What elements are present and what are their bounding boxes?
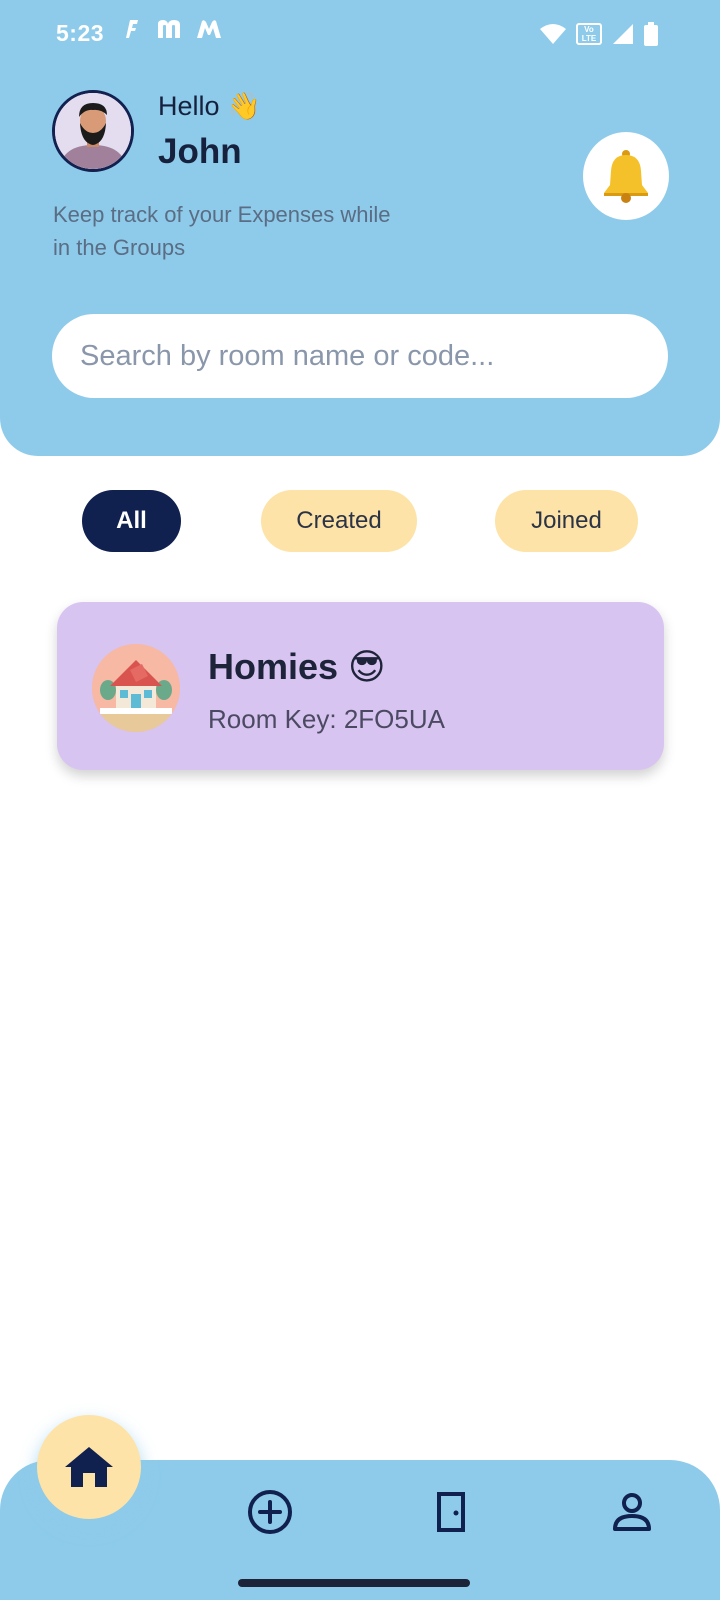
battery-icon <box>644 22 658 46</box>
filter-all-chip[interactable]: All <box>82 490 181 552</box>
user-name: John <box>158 132 242 171</box>
home-screen: 5:23 Vo LTE Hello 👋 John Keep track of y… <box>0 0 720 1600</box>
avatar-illustration <box>55 93 131 169</box>
nav-add-button[interactable] <box>246 1488 294 1536</box>
profile-icon <box>613 1493 651 1531</box>
home-icon <box>65 1447 113 1487</box>
search-input[interactable] <box>52 314 668 398</box>
notifications-button[interactable] <box>583 132 669 220</box>
house-illustration <box>92 644 180 732</box>
room-image <box>92 644 180 732</box>
nav-home-button[interactable] <box>37 1415 141 1519</box>
hello-text: Hello 👋 <box>158 91 261 121</box>
wifi-icon <box>540 24 566 44</box>
myntra-icon <box>156 18 184 46</box>
status-bar: 5:23 Vo LTE <box>0 0 720 72</box>
status-time: 5:23 <box>56 20 105 46</box>
door-icon <box>437 1492 465 1532</box>
nav-rooms-button[interactable] <box>427 1488 475 1536</box>
gesture-home-bar[interactable] <box>238 1579 470 1587</box>
bell-icon <box>604 150 648 203</box>
meesho-icon <box>196 18 222 46</box>
volte-icon: Vo LTE <box>576 23 602 45</box>
filter-joined-chip[interactable]: Joined <box>495 490 638 552</box>
room-key: Room Key: 2FO5UA <box>208 704 445 734</box>
add-circle-icon <box>248 1490 292 1534</box>
signal-icon <box>613 24 633 44</box>
status-icons: Vo LTE <box>540 22 658 46</box>
flipkart-icon <box>122 18 140 46</box>
filter-created-chip[interactable]: Created <box>261 490 417 552</box>
user-avatar[interactable] <box>52 90 134 172</box>
room-card[interactable]: Homies 😎 Room Key: 2FO5UA <box>57 602 664 770</box>
nav-profile-button[interactable] <box>608 1488 656 1536</box>
subtitle-text: Keep track of your Expenses while in the… <box>53 202 391 260</box>
room-name: Homies 😎 <box>208 646 386 687</box>
